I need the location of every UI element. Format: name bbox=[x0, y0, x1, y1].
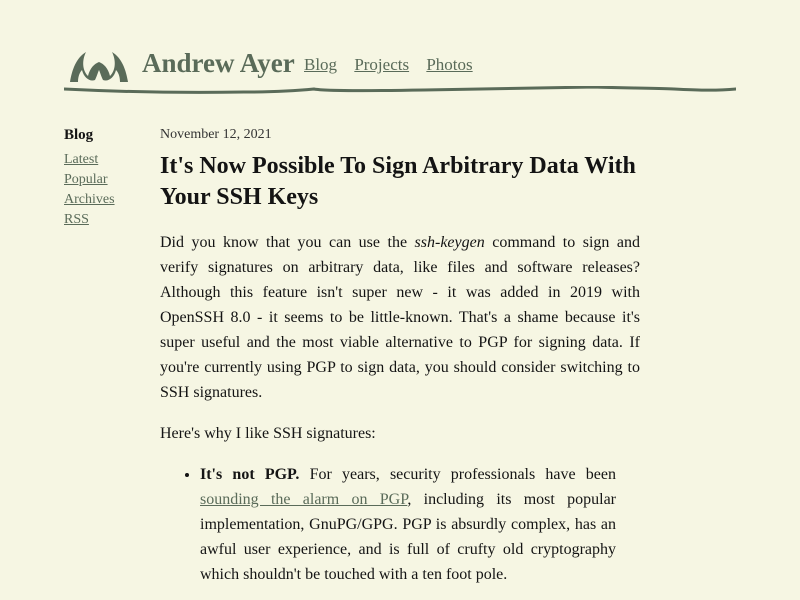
andrew-ayer-logo-icon[interactable] bbox=[68, 46, 130, 86]
intro-text-before: Did you know that you can use the bbox=[160, 234, 415, 251]
site-title[interactable]: Andrew Ayer bbox=[142, 48, 295, 79]
sidebar-link-popular[interactable]: Popular bbox=[64, 170, 144, 190]
nav-link-photos[interactable]: Photos bbox=[426, 55, 472, 74]
reason-text-before: For years, security professionals have b… bbox=[299, 466, 617, 483]
post-title: It's Now Possible To Sign Arbitrary Data… bbox=[160, 153, 636, 210]
sidebar-link-rss[interactable]: RSS bbox=[64, 210, 144, 230]
sidebar-link-archives[interactable]: Archives bbox=[64, 190, 144, 210]
sidebar: Blog Latest Popular Archives RSS bbox=[64, 127, 144, 230]
reasons-list: It's not PGP. For years, security profes… bbox=[160, 462, 616, 587]
nav-link-blog[interactable]: Blog bbox=[304, 55, 337, 74]
nav-link-projects[interactable]: Projects bbox=[354, 55, 409, 74]
why-paragraph: Here's why I like SSH signatures: bbox=[160, 425, 376, 442]
list-item: It's not PGP. For years, security profes… bbox=[200, 462, 616, 587]
intro-paragraph: Did you know that you can use the ssh-ke… bbox=[160, 230, 640, 405]
sounding-alarm-link[interactable]: sounding the alarm on PGP bbox=[200, 491, 407, 508]
post-date: November 12, 2021 bbox=[160, 127, 272, 142]
sidebar-link-latest[interactable]: Latest bbox=[64, 150, 144, 170]
intro-text-after: command to sign and verify signatures on… bbox=[160, 234, 641, 401]
article: November 12, 2021 It's Now Possible To S… bbox=[160, 127, 640, 587]
main-nav: Blog Projects Photos bbox=[304, 55, 486, 75]
header-divider bbox=[64, 86, 736, 94]
page: Andrew Ayer Blog Projects Photos Blog La… bbox=[0, 0, 800, 600]
ssh-keygen-command: ssh-keygen bbox=[414, 234, 485, 251]
sidebar-heading: Blog bbox=[64, 127, 94, 143]
reason-heading: It's not PGP. bbox=[200, 466, 300, 483]
